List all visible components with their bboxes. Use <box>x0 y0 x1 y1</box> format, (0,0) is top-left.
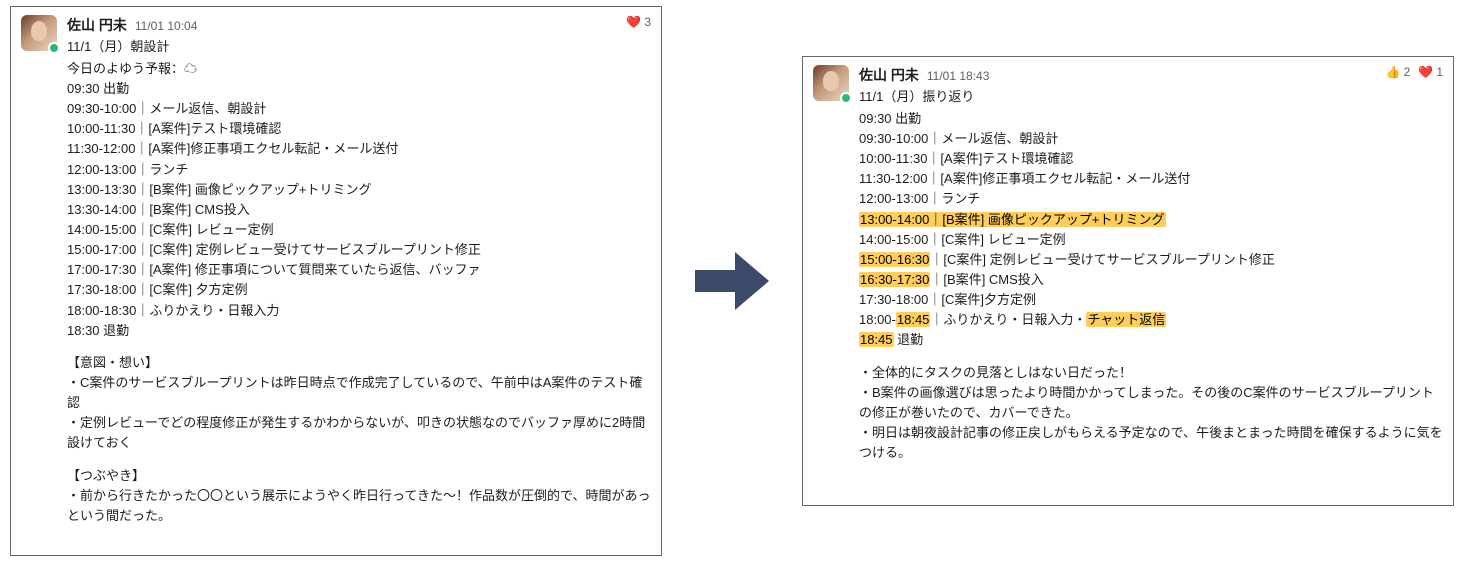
schedule-line: 14:00-15:00｜[C案件] レビュー定例 <box>67 220 651 240</box>
reactions-bar: ❤️ 3 <box>626 13 651 32</box>
post-body: 今日のよゆう予報：☁ 09:30 出勤09:30-10:00｜メール返信、朝設計… <box>67 59 651 526</box>
reaction-count: 3 <box>644 13 651 32</box>
schedule-line: 11:30-12:00｜[A案件]修正事項エクセル転記・メール送付 <box>67 139 651 159</box>
schedule-line: 15:00-16:30｜[C案件] 定例レビュー受けてサービスブループリント修正 <box>859 250 1443 270</box>
schedule-line: 10:00-11:30｜[A案件]テスト環境確認 <box>67 119 651 139</box>
schedule-line: 17:30-18:00｜[C案件] 夕方定例 <box>67 280 651 300</box>
schedule-line: 09:30-10:00｜メール返信、朝設計 <box>67 99 651 119</box>
schedule-line: 09:30 出勤 <box>859 109 1443 129</box>
schedule-line: 10:00-11:30｜[A案件]テスト環境確認 <box>859 149 1443 169</box>
schedule-line: 13:00-13:30｜[B案件] 画像ピックアップ+トリミング <box>67 180 651 200</box>
presence-indicator-icon <box>840 92 852 104</box>
reaction-emoji-icon: ❤️ <box>626 13 641 32</box>
schedule-line: 12:00-13:00｜ランチ <box>67 160 651 180</box>
schedule-line: 13:30-14:00｜[B案件] CMS投入 <box>67 200 651 220</box>
schedule-line: 09:30-10:00｜メール返信、朝設計 <box>859 129 1443 149</box>
reaction-emoji-icon: 👍 <box>1386 63 1401 82</box>
post-header: 佐山 円未 11/01 18:43 11/1（月）振り返り <box>813 65 1443 107</box>
comparison-stage: ❤️ 3 佐山 円未 11/01 10:04 11/1（月）朝設計 今日のよゆう… <box>0 0 1480 562</box>
body-line: ・B案件の画像選びは思ったより時間かかってしまった。その後のC案件のサービスブル… <box>859 383 1443 423</box>
arrow-right-icon <box>691 246 773 316</box>
chat-post-morning: ❤️ 3 佐山 円未 11/01 10:04 11/1（月）朝設計 今日のよゆう… <box>10 6 662 556</box>
reaction-count: 1 <box>1436 63 1443 82</box>
schedule-line: 12:00-13:00｜ランチ <box>859 189 1443 209</box>
body-line: ・前から行きたかった〇〇という展示にようやく昨日行ってきた〜！作品数が圧倒的で、… <box>67 486 651 526</box>
section-heading: 【つぶやき】 <box>67 466 651 486</box>
avatar-wrap <box>813 65 849 101</box>
schedule-line: 18:00-18:45｜ふりかえり・日報入力・チャット返信 <box>859 310 1443 330</box>
body-line: ・明日は朝夜設計記事の修正戻しがもらえる予定なので、午後まとまった時間を確保する… <box>859 423 1443 463</box>
post-title: 11/1（月）振り返り <box>859 87 989 107</box>
schedule-line: 18:00-18:30｜ふりかえり・日報入力 <box>67 301 651 321</box>
highlight: チャット返信 <box>1086 312 1166 327</box>
body-line: ・全体的にタスクの見落としはない日だった！ <box>859 363 1443 383</box>
highlight: 16:30-17:30 <box>859 272 930 287</box>
weather-line: 今日のよゆう予報：☁ <box>67 59 651 79</box>
highlight: 15:00-16:30 <box>859 252 930 267</box>
arrow-separator <box>686 246 778 316</box>
highlight: 13:00-14:00｜[B案件] 画像ピックアップ+トリミング <box>859 212 1166 227</box>
post-timestamp: 11/01 18:43 <box>927 67 990 86</box>
schedule-line: 17:00-17:30｜[A案件] 修正事項について質問来ていたら返信、バッファ <box>67 260 651 280</box>
author-name[interactable]: 佐山 円未 <box>859 65 919 87</box>
schedule-line: 09:30 出勤 <box>67 79 651 99</box>
reaction-emoji-icon: ❤️ <box>1418 63 1433 82</box>
schedule-line: 18:30 退勤 <box>67 321 651 341</box>
schedule-line: 17:30-18:00｜[C案件]夕方定例 <box>859 290 1443 310</box>
highlight: 18:45 <box>859 332 894 347</box>
body-line: ・C案件のサービスブループリントは昨日時点で作成完了しているので、午前中はA案件… <box>67 373 651 413</box>
section-heading: 【意図・想い】 <box>67 353 651 373</box>
schedule-line: 16:30-17:30｜[B案件] CMS投入 <box>859 270 1443 290</box>
reaction[interactable]: ❤️ 1 <box>1418 63 1443 82</box>
post-timestamp: 11/01 10:04 <box>135 17 198 36</box>
presence-indicator-icon <box>48 42 60 54</box>
reaction[interactable]: ❤️ 3 <box>626 13 651 32</box>
post-header: 佐山 円未 11/01 10:04 11/1（月）朝設計 <box>21 15 651 57</box>
reaction-count: 2 <box>1404 63 1411 82</box>
avatar-wrap <box>21 15 57 51</box>
schedule-line: 11:30-12:00｜[A案件]修正事項エクセル転記・メール送付 <box>859 169 1443 189</box>
chat-post-evening: 👍 2 ❤️ 1 佐山 円未 11/01 18:43 11/1（月）振り返り 09… <box>802 56 1454 506</box>
author-name[interactable]: 佐山 円未 <box>67 15 127 37</box>
post-body: 09:30 出勤09:30-10:00｜メール返信、朝設計10:00-11:30… <box>859 109 1443 463</box>
schedule-line: 15:00-17:00｜[C案件] 定例レビュー受けてサービスブループリント修正 <box>67 240 651 260</box>
body-line: ・定例レビューでどの程度修正が発生するかわからないが、叩きの状態なのでバッファ厚… <box>67 413 651 453</box>
highlight: 18:45 <box>896 312 931 327</box>
schedule-line: 18:45 退勤 <box>859 330 1443 350</box>
schedule-line: 14:00-15:00｜[C案件] レビュー定例 <box>859 230 1443 250</box>
schedule-line: 13:00-14:00｜[B案件] 画像ピックアップ+トリミング <box>859 210 1443 230</box>
reaction[interactable]: 👍 2 <box>1386 63 1411 82</box>
post-title: 11/1（月）朝設計 <box>67 37 197 57</box>
reactions-bar: 👍 2 ❤️ 1 <box>1386 63 1443 82</box>
